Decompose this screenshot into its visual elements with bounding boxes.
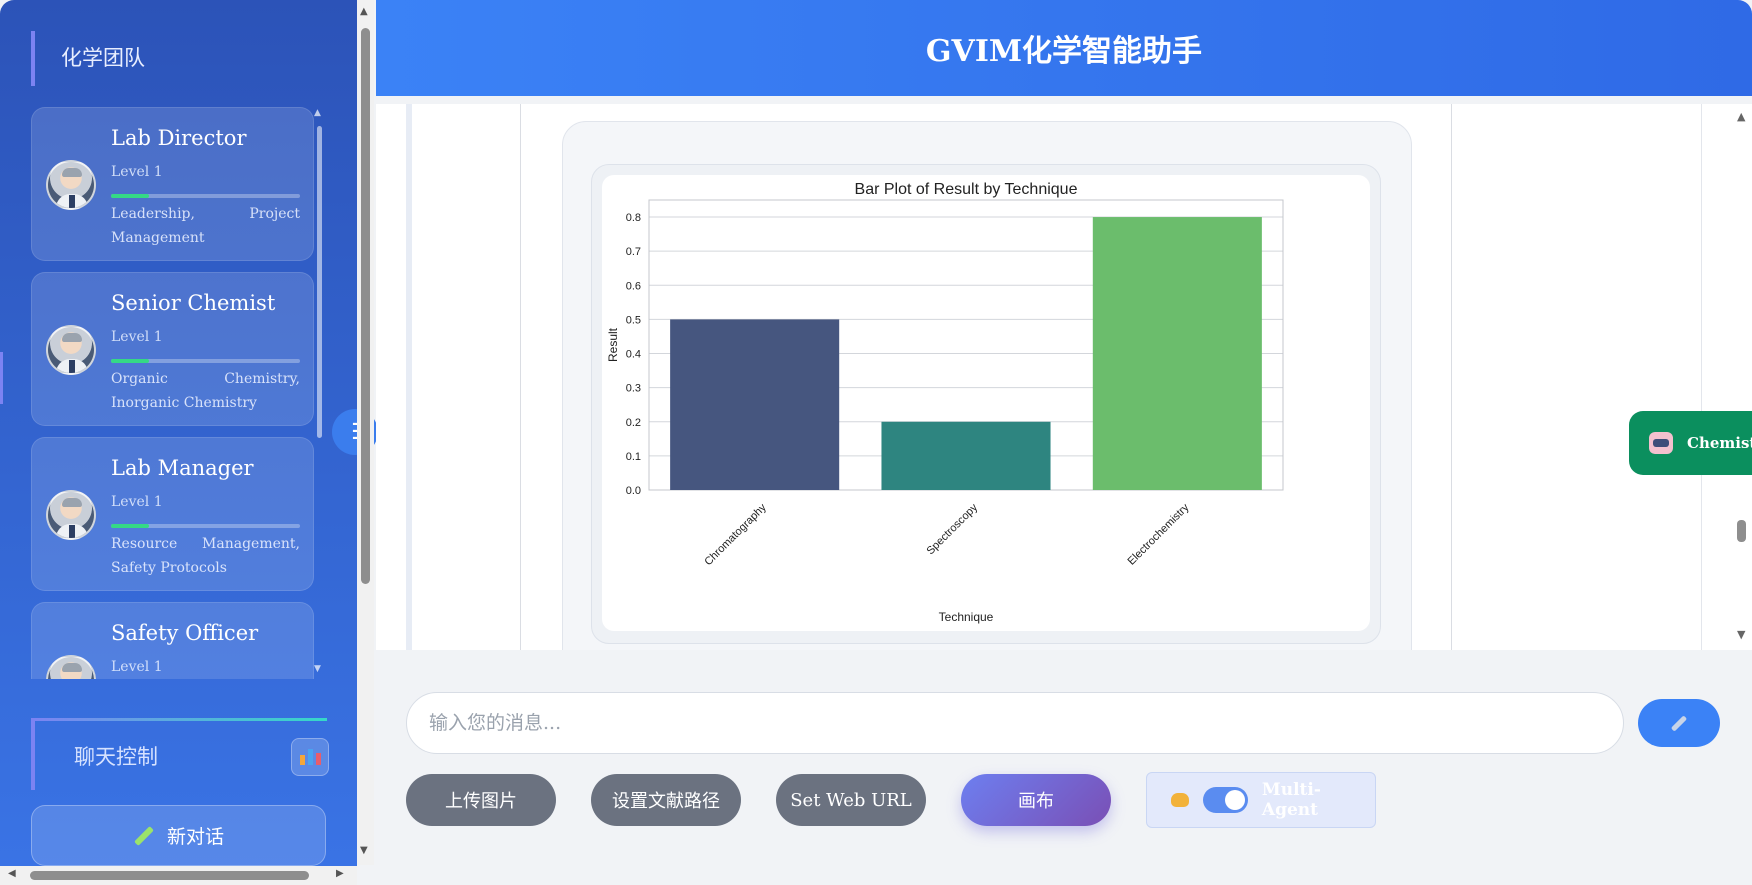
y-tick-label: 0.8: [626, 212, 641, 224]
scroll-up-arrow-icon[interactable]: ▲: [1737, 110, 1745, 123]
x-axis-label: Technique: [939, 610, 994, 624]
member-level: Level 1: [111, 329, 163, 345]
bar: [881, 421, 1051, 490]
input-area: 上传图片 设置文献路径 Set Web URL 画布 Multi-Agent: [376, 660, 1752, 885]
y-tick-label: 0.1: [626, 451, 641, 463]
avatar: [46, 325, 96, 375]
member-name: Lab Manager: [111, 456, 254, 480]
scroll-left-arrow-icon[interactable]: ◀: [8, 868, 16, 879]
set-web-url-button[interactable]: Set Web URL: [776, 774, 926, 826]
level-progress-bar: [111, 359, 300, 363]
member-skills: Organic Chemistry, Inorganic Chemistry: [111, 371, 300, 411]
member-card-lab-manager[interactable]: Lab Manager Level 1 Resource Management,…: [31, 437, 314, 591]
upload-image-button[interactable]: 上传图片: [406, 774, 556, 826]
chat-vertical-scrollbar[interactable]: ▲ ▼: [1733, 104, 1752, 650]
member-level: Level 1: [111, 659, 163, 675]
chat-control-section: 聊天控制: [31, 718, 329, 790]
level-progress-bar: [111, 194, 300, 198]
member-name: Lab Director: [111, 126, 247, 150]
y-tick-label: 0.2: [626, 417, 641, 429]
new-chat-button[interactable]: 新对话: [31, 805, 326, 866]
multi-agent-switch[interactable]: [1202, 787, 1248, 813]
sidebar-vertical-scrollbar[interactable]: ▲ ▼: [357, 0, 374, 865]
y-tick-label: 0.4: [626, 349, 641, 361]
multi-agent-toggle-group: Multi-Agent: [1146, 772, 1376, 828]
bar-chart: Bar Plot of Result by Technique 0.0 0.1 0.2…: [602, 175, 1370, 631]
switch-knob: [1224, 790, 1245, 810]
avatar: [46, 490, 96, 540]
scrollbar-thumb[interactable]: [30, 871, 309, 880]
member-level: Level 1: [111, 494, 163, 510]
pen-icon: [134, 825, 154, 846]
level-progress-fill: [111, 524, 149, 528]
new-chat-label: 新对话: [166, 826, 224, 848]
scroll-down-arrow-icon[interactable]: ▼: [360, 845, 368, 856]
scroll-up-arrow-icon[interactable]: ▲: [314, 108, 321, 118]
sidebar: 化学团队 Lab Director Level 1 Leadership, Pr…: [0, 0, 357, 885]
avatar: [46, 160, 96, 210]
bar: [1092, 217, 1262, 490]
chat-control-label: 聊天控制: [74, 745, 158, 769]
handshake-icon: [1171, 793, 1189, 807]
member-card-lab-director[interactable]: Lab Director Level 1 Leadership, Project…: [31, 107, 314, 261]
scrollbar-thumb[interactable]: [1737, 520, 1746, 542]
bar: [670, 319, 840, 490]
member-name: Senior Chemist: [111, 291, 276, 315]
member-card-safety-officer[interactable]: Safety Officer Level 1: [31, 602, 314, 679]
y-tick-label: 0.3: [626, 383, 641, 395]
avatar: [46, 655, 96, 679]
active-indicator: [0, 352, 3, 404]
team-header: 化学团队: [31, 31, 331, 86]
member-name: Safety Officer: [111, 621, 259, 645]
y-tick-label: 0.6: [626, 280, 641, 292]
level-progress-fill: [111, 359, 149, 363]
y-axis-label: Result: [606, 327, 620, 362]
scrollbar-thumb[interactable]: [361, 28, 370, 584]
scroll-down-arrow-icon[interactable]: ▼: [314, 664, 321, 674]
robot-icon: [1649, 432, 1673, 454]
level-progress-bar: [111, 524, 300, 528]
member-skills: Resource Management, Safety Protocols: [111, 536, 300, 576]
member-list[interactable]: Lab Director Level 1 Leadership, Project…: [31, 107, 314, 679]
y-tick-label: 0.7: [626, 246, 641, 258]
chat-left-rail: [406, 104, 412, 650]
app-title: GVIM化学智能助手: [925, 34, 1203, 69]
set-literature-path-button[interactable]: 设置文献路径: [591, 774, 741, 826]
level-progress-fill: [111, 194, 149, 198]
scroll-up-arrow-icon[interactable]: ▲: [360, 6, 368, 17]
y-tick-label: 0.5: [626, 314, 641, 326]
scroll-down-arrow-icon[interactable]: ▼: [1737, 628, 1745, 641]
chart-container: Bar Plot of Result by Technique 0.0 0.1 0.2…: [591, 164, 1381, 644]
sidebar-horizontal-scrollbar[interactable]: ◀ ▶: [0, 866, 357, 885]
multi-agent-label: Multi-Agent: [1261, 780, 1321, 820]
chart-message-card: Bar Plot of Result by Technique 0.0 0.1 0.2…: [562, 121, 1412, 650]
chart-icon[interactable]: [291, 738, 329, 776]
member-list-scrollbar[interactable]: ▲ ▼: [314, 108, 323, 678]
member-card-senior-chemist[interactable]: Senior Chemist Level 1 Organic Chemistry…: [31, 272, 314, 426]
canvas-button[interactable]: 画布: [961, 774, 1111, 826]
chemist-agent-tab[interactable]: Chemist: [1629, 411, 1752, 475]
chat-messages-area[interactable]: Bar Plot of Result by Technique 0.0 0.1 0.2…: [376, 104, 1752, 650]
chart-title: Bar Plot of Result by Technique: [855, 181, 1078, 198]
member-skills: Leadership, Project Management: [111, 206, 300, 246]
scroll-right-arrow-icon[interactable]: ▶: [336, 868, 344, 879]
send-icon: [1670, 714, 1688, 732]
scrollbar-thumb[interactable]: [317, 126, 322, 438]
y-tick-label: 0.0: [626, 485, 641, 497]
chemist-tab-label: Chemist: [1687, 434, 1752, 452]
message-input[interactable]: [406, 692, 1624, 754]
app-header: GVIM化学智能助手: [376, 0, 1752, 96]
member-level: Level 1: [111, 164, 163, 180]
chat-right-rail: [1701, 104, 1702, 650]
send-button[interactable]: [1638, 699, 1720, 747]
